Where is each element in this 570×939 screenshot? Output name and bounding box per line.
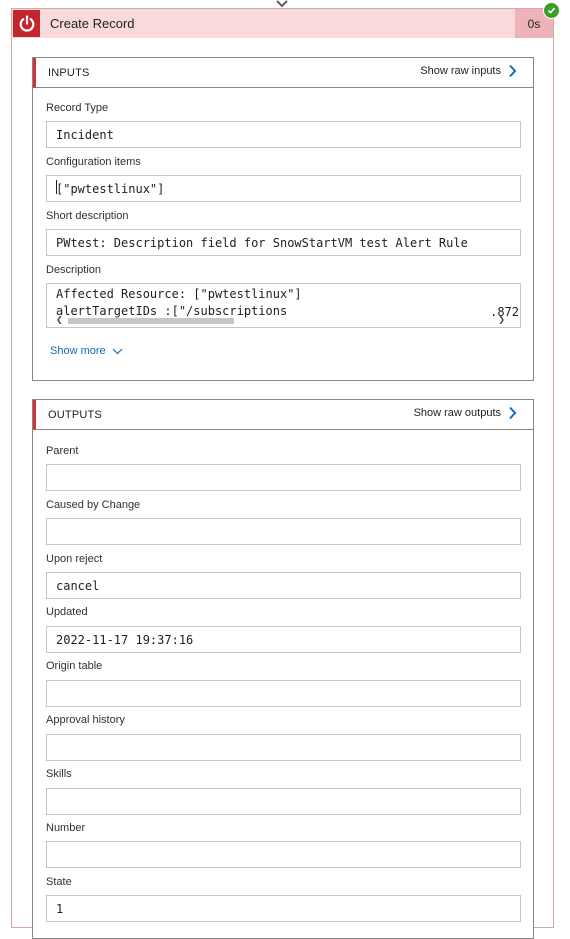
short-description-label: Short description bbox=[46, 210, 129, 222]
caused-by-change-label: Caused by Change bbox=[46, 499, 141, 511]
updated-field[interactable]: 2022-11-17 19:37:16 bbox=[46, 626, 521, 653]
show-more-link[interactable]: Show more bbox=[50, 345, 123, 357]
inputs-title: INPUTS bbox=[48, 67, 90, 79]
origin-table-field[interactable] bbox=[46, 680, 521, 707]
show-more-label: Show more bbox=[50, 345, 106, 357]
config-items-label: Configuration items bbox=[46, 156, 141, 168]
chevron-right-icon bbox=[509, 406, 517, 420]
record-type-field[interactable]: Incident bbox=[46, 121, 521, 148]
inputs-header: INPUTS Show raw inputs bbox=[33, 58, 533, 88]
parent-field[interactable] bbox=[46, 464, 521, 491]
skills-field[interactable] bbox=[46, 788, 521, 815]
upon-reject-field[interactable]: cancel bbox=[46, 572, 521, 599]
origin-table-label: Origin table bbox=[46, 660, 103, 672]
updated-label: Updated bbox=[46, 606, 88, 618]
scrollbar-thumb[interactable] bbox=[68, 318, 234, 324]
short-description-field[interactable]: PWtest: Description field for SnowStartV… bbox=[46, 229, 521, 256]
outputs-header: OUTPUTS Show raw outputs bbox=[33, 400, 533, 430]
parent-label: Parent bbox=[46, 445, 79, 457]
power-icon bbox=[13, 10, 40, 37]
state-label: State bbox=[46, 876, 72, 888]
description-label: Description bbox=[46, 264, 102, 276]
show-raw-inputs-link[interactable]: Show raw inputs bbox=[420, 64, 517, 78]
flow-connector-arrow-icon bbox=[276, 0, 288, 8]
skills-label: Skills bbox=[46, 768, 72, 780]
config-items-field[interactable]: ["pwtestlinux"] bbox=[46, 175, 521, 202]
scroll-left-icon[interactable]: ❮ bbox=[56, 314, 63, 326]
scroll-right-icon[interactable]: ❯ bbox=[498, 314, 505, 326]
description-scrollbar[interactable]: ❮ ❯ bbox=[47, 314, 520, 327]
show-raw-inputs-label: Show raw inputs bbox=[420, 65, 501, 77]
state-field[interactable]: 1 bbox=[46, 895, 521, 922]
outputs-section: OUTPUTS Show raw outputs Parent Caused b… bbox=[32, 399, 534, 939]
chevron-right-icon bbox=[509, 64, 517, 78]
description-field[interactable]: Affected Resource: ["pwtestlinux"] alert… bbox=[46, 283, 521, 328]
action-card: Create Record 0s INPUTS Show raw inputs … bbox=[11, 8, 554, 939]
caused-by-change-field[interactable] bbox=[46, 518, 521, 545]
chevron-down-icon bbox=[112, 348, 123, 354]
action-header[interactable]: Create Record 0s bbox=[12, 9, 553, 38]
record-type-label: Record Type bbox=[46, 102, 109, 114]
action-title: Create Record bbox=[50, 16, 135, 31]
text-cursor bbox=[56, 180, 57, 194]
outputs-title: OUTPUTS bbox=[48, 409, 102, 421]
description-line-1: Affected Resource: ["pwtestlinux"] bbox=[56, 287, 302, 301]
approval-history-field[interactable] bbox=[46, 734, 521, 761]
approval-history-label: Approval history bbox=[46, 714, 125, 726]
upon-reject-label: Upon reject bbox=[46, 553, 103, 565]
show-raw-outputs-link[interactable]: Show raw outputs bbox=[414, 406, 517, 420]
number-field[interactable] bbox=[46, 841, 521, 868]
number-label: Number bbox=[46, 822, 86, 834]
success-check-icon bbox=[543, 2, 560, 19]
inputs-section: INPUTS Show raw inputs Record Type Incid… bbox=[32, 57, 534, 381]
show-raw-outputs-label: Show raw outputs bbox=[413, 407, 501, 419]
